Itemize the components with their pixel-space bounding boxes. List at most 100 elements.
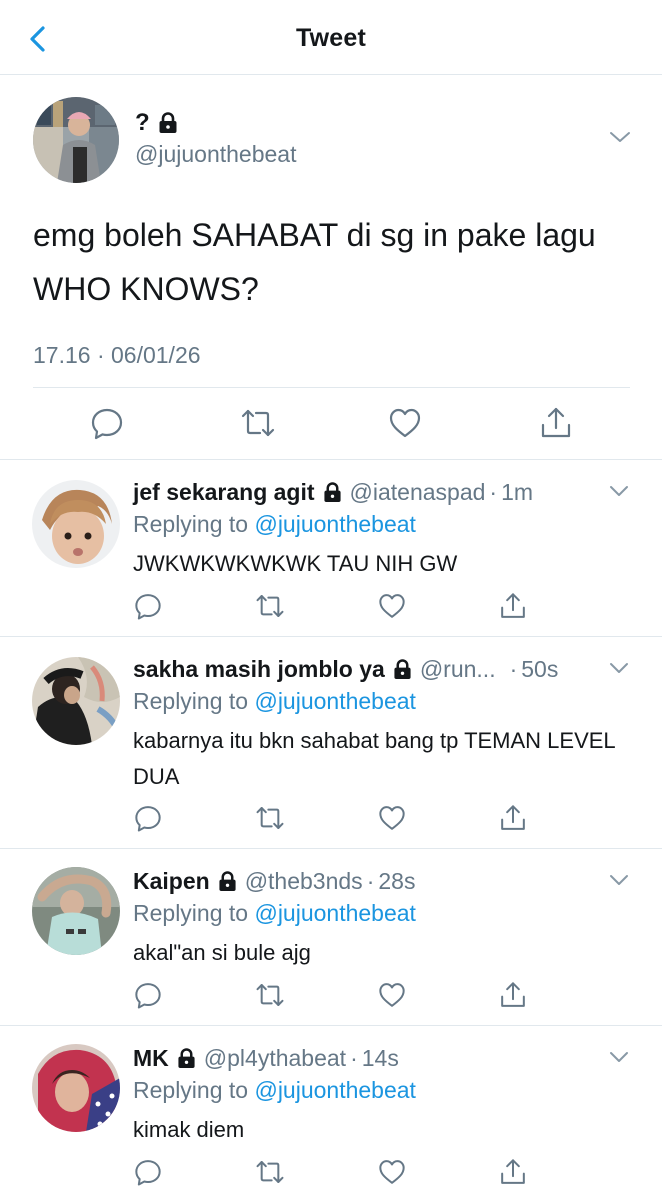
reply-button[interactable] (133, 1157, 163, 1187)
reply-text: JWKWKWKWKWK TAU NIH GW (133, 551, 458, 576)
retweet-button[interactable] (255, 803, 285, 833)
reply-actions (0, 1157, 662, 1191)
like-button[interactable] (377, 803, 407, 833)
share-icon (541, 407, 571, 438)
reply-text: akal"an si bule ajg (133, 940, 311, 965)
reply-time: 1m (501, 478, 534, 505)
user-handle[interactable]: @theb3nds (245, 868, 363, 895)
reply-tweet[interactable]: MK @pl4ythabeat · 14s Replying to @jujuo… (0, 1026, 662, 1200)
chevron-down-icon (610, 1052, 628, 1062)
mention-link[interactable]: @jujuonthebeat (254, 688, 415, 714)
more-options-button[interactable] (608, 1046, 630, 1068)
more-options-button[interactable] (608, 480, 630, 502)
user-handle[interactable]: @jujuonthebeat (135, 141, 296, 168)
reply-header: Kaipen @theb3nds · 28s (133, 865, 415, 897)
share-icon (501, 1159, 525, 1184)
reply-text: kabarnya itu bkn sahabat bang tp TEMAN L… (133, 728, 615, 789)
mention-link[interactable]: @jujuonthebeat (254, 900, 415, 926)
tweet-text: emg boleh SAHABAT di sg in pake lagu WHO… (33, 217, 596, 307)
separator-dot: · (489, 478, 498, 505)
share-icon (501, 805, 525, 830)
reply-icon (135, 594, 161, 620)
share-button[interactable] (498, 803, 528, 833)
reply-actions (0, 803, 662, 837)
share-button[interactable] (498, 1157, 528, 1187)
reply-icon (135, 1160, 161, 1186)
replying-to: Replying to @jujuonthebeat (133, 511, 416, 538)
retweet-button[interactable] (255, 591, 285, 621)
separator-dot: · (509, 655, 518, 682)
lock-icon (159, 112, 177, 133)
share-button[interactable] (498, 591, 528, 621)
main-tweet: ? @jujuonthebeat emg boleh SAHABAT di sg… (0, 75, 662, 460)
divider (33, 387, 630, 388)
avatar[interactable] (32, 867, 120, 955)
display-name-text: ? (135, 109, 150, 136)
reply-tweet[interactable]: jef sekarang agit @iatenaspad · 1m Reply… (0, 460, 662, 637)
retweet-icon (256, 595, 284, 617)
reply-icon (135, 983, 161, 1009)
replying-to: Replying to @jujuonthebeat (133, 900, 416, 927)
display-name[interactable]: MK (133, 1045, 169, 1072)
reply-time: 28s (378, 867, 416, 894)
top-nav-bar: Tweet (0, 0, 662, 75)
replying-to-prefix: Replying to (133, 900, 255, 926)
avatar[interactable] (32, 657, 120, 745)
lock-icon (394, 658, 411, 679)
reply-button[interactable] (133, 803, 163, 833)
like-button[interactable] (377, 1157, 407, 1187)
share-icon (501, 982, 525, 1007)
share-button[interactable] (498, 980, 528, 1010)
like-button[interactable] (387, 405, 423, 441)
user-handle[interactable]: @iatenaspad (350, 479, 486, 506)
replying-to: Replying to @jujuonthebeat (133, 688, 416, 715)
retweet-icon (256, 984, 284, 1006)
heart-icon (379, 594, 405, 618)
reply-button[interactable] (89, 405, 125, 441)
like-button[interactable] (377, 980, 407, 1010)
more-options-button[interactable] (608, 657, 630, 679)
display-name[interactable]: sakha masih jomblo ya (133, 656, 385, 683)
chevron-down-icon (610, 486, 628, 496)
mention-link[interactable]: @jujuonthebeat (254, 1077, 415, 1103)
reply-header: jef sekarang agit @iatenaspad · 1m (133, 476, 533, 508)
avatar[interactable] (32, 480, 120, 568)
more-options-button[interactable] (608, 125, 632, 149)
reply-header: MK @pl4ythabeat · 14s (133, 1042, 399, 1074)
reply-time: 50s (521, 655, 559, 682)
reply-tweet[interactable]: Kaipen @theb3nds · 28s Replying to @juju… (0, 849, 662, 1026)
reply-time: 14s (361, 1044, 399, 1071)
heart-icon (389, 408, 421, 438)
retweet-icon (241, 409, 275, 437)
retweet-button[interactable] (240, 405, 276, 441)
reply-button[interactable] (133, 591, 163, 621)
retweet-button[interactable] (255, 980, 285, 1010)
avatar[interactable] (32, 1044, 120, 1132)
reply-header: sakha masih jomblo ya @run... · 50s (133, 653, 558, 685)
avatar[interactable] (33, 97, 119, 183)
heart-icon (379, 806, 405, 830)
like-button[interactable] (377, 591, 407, 621)
display-name[interactable]: Kaipen (133, 868, 210, 895)
mention-link[interactable]: @jujuonthebeat (254, 511, 415, 537)
replying-to-prefix: Replying to (133, 1077, 255, 1103)
more-options-button[interactable] (608, 869, 630, 891)
separator-dot: · (366, 867, 375, 894)
replying-to: Replying to @jujuonthebeat (133, 1077, 416, 1104)
reply-tweet[interactable]: sakha masih jomblo ya @run... · 50s Repl… (0, 637, 662, 849)
display-name[interactable]: jef sekarang agit (133, 479, 315, 506)
heart-icon (379, 983, 405, 1007)
display-name[interactable]: ? (135, 109, 178, 137)
user-handle[interactable]: @run... (420, 656, 496, 683)
retweet-button[interactable] (255, 1157, 285, 1187)
heart-icon (379, 1160, 405, 1184)
separator-dot: · (350, 1044, 358, 1071)
user-handle[interactable]: @pl4ythabeat (204, 1045, 346, 1072)
chevron-down-icon (610, 875, 628, 885)
reply-button[interactable] (133, 980, 163, 1010)
reply-actions (0, 591, 662, 625)
reply-icon (135, 806, 161, 832)
share-button[interactable] (538, 405, 574, 441)
replying-to-prefix: Replying to (133, 688, 255, 714)
tweet-timestamp[interactable]: 17.16 · 06/01/26 (33, 342, 201, 369)
